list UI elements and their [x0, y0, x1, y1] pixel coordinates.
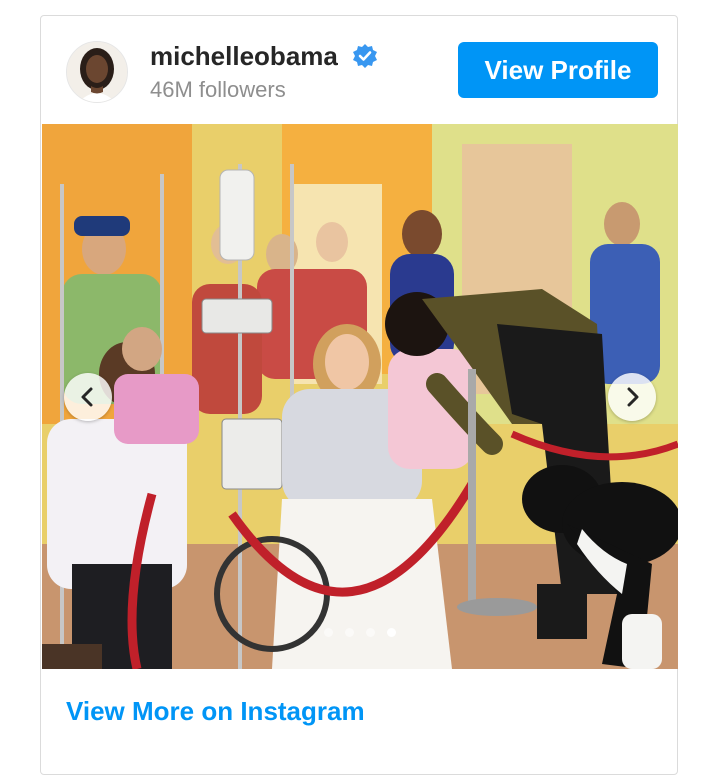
chevron-right-icon	[627, 387, 639, 407]
carousel-dot	[366, 628, 375, 637]
carousel-next-button[interactable]	[608, 373, 656, 421]
carousel-dot	[345, 628, 354, 637]
view-profile-button[interactable]: View Profile	[458, 42, 658, 98]
verified-badge-icon	[352, 43, 378, 69]
carousel-indicators	[42, 628, 678, 640]
embed-header: michelleobama 46M followers View Profile	[41, 16, 677, 124]
view-more-on-instagram-link[interactable]: View More on Instagram	[66, 696, 365, 727]
carousel-dot	[324, 628, 333, 637]
hospital-visit-photo	[42, 124, 678, 669]
follower-count: 46M followers	[150, 77, 286, 102]
post-photo[interactable]	[42, 124, 678, 669]
instagram-embed-card: michelleobama 46M followers View Profile	[40, 15, 678, 775]
username[interactable]: michelleobama	[150, 40, 338, 72]
chevron-left-icon	[81, 387, 93, 407]
carousel-dot-active	[387, 628, 396, 637]
profile-avatar[interactable]	[66, 41, 128, 103]
carousel-prev-button[interactable]	[64, 373, 112, 421]
